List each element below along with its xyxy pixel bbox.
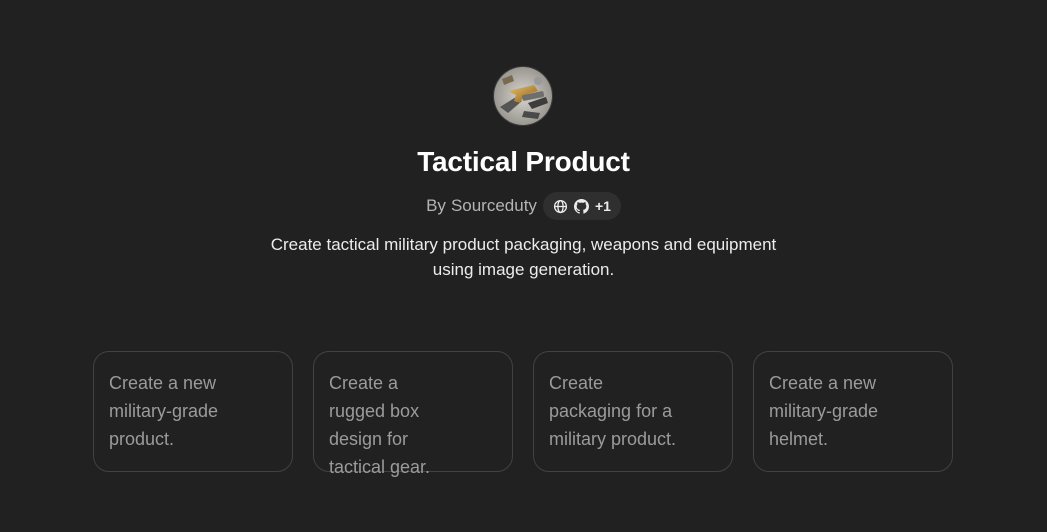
gpt-intro-page: Tactical Product By Sourceduty +1 Create…	[0, 0, 1047, 532]
author-text: By Sourceduty	[426, 196, 537, 216]
starter-button[interactable]: Create a new military-grade helmet.	[753, 351, 953, 472]
starter-label: Create packaging for a military product.	[549, 373, 677, 449]
starter-button[interactable]: Create packaging for a military product.	[533, 351, 733, 472]
github-icon	[573, 198, 589, 214]
tactical-gear-image-icon	[494, 67, 552, 125]
author-links-button[interactable]: +1	[542, 192, 621, 220]
starter-label: Create a new military-grade product.	[109, 373, 219, 449]
author-name: Sourceduty	[450, 196, 537, 215]
conversation-starters: Create a new military-grade product. Cre…	[93, 351, 953, 477]
links-extra-count: +1	[594, 198, 611, 214]
starter-button[interactable]: Create a rugged box design for tactical …	[313, 351, 513, 477]
gpt-title: Tactical Product	[417, 146, 630, 177]
globe-icon	[553, 199, 568, 214]
starter-button[interactable]: Create a new military-grade product.	[93, 351, 293, 472]
by-prefix: By	[426, 196, 446, 215]
starter-label: Create a new military-grade helmet.	[769, 373, 879, 449]
byline: By Sourceduty +1	[0, 192, 1047, 220]
starter-label: Create a rugged box design for tactical …	[329, 373, 431, 477]
gpt-description: Create tactical military product packagi…	[270, 235, 777, 279]
gpt-avatar	[493, 66, 553, 126]
